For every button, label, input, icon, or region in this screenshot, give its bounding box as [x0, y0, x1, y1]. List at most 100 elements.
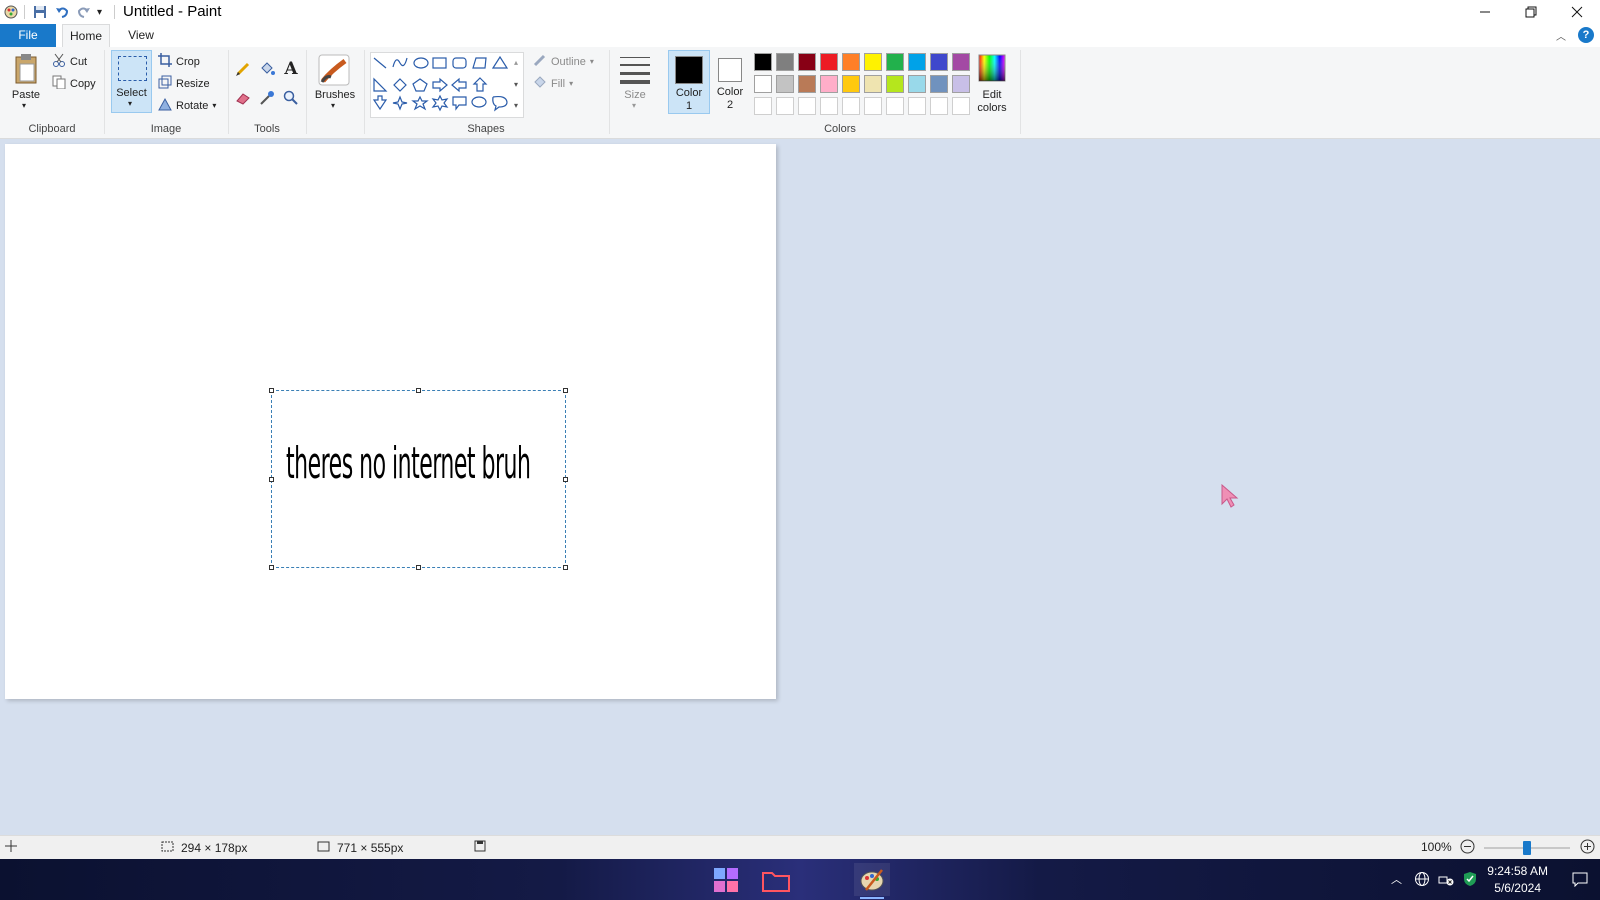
palette-swatch[interactable]	[820, 75, 838, 93]
paste-icon[interactable]	[10, 53, 42, 93]
redo-icon[interactable]	[76, 3, 92, 21]
ribbon-tabs: File Home View ︿ ?	[0, 24, 1600, 48]
paint-app-icon[interactable]	[3, 3, 19, 21]
color2-number: 2	[726, 99, 734, 111]
custom-color-swatch[interactable]	[930, 97, 948, 115]
resize-handle-top-right[interactable]	[563, 388, 568, 393]
color2-button[interactable]: Color 2	[710, 50, 752, 114]
palette-swatch[interactable]	[776, 75, 794, 93]
language-globe-icon[interactable]	[1414, 871, 1430, 892]
paint-taskbar-icon[interactable]	[854, 863, 890, 899]
magnifier-icon[interactable]	[282, 89, 300, 107]
edit-colors-icon[interactable]	[977, 53, 1007, 83]
tab-view[interactable]: View	[120, 24, 162, 47]
color1-swatch	[675, 56, 703, 84]
custom-color-swatch[interactable]	[908, 97, 926, 115]
undo-icon[interactable]	[54, 3, 70, 21]
text-tool-icon[interactable]: A	[282, 59, 300, 79]
palette-swatch[interactable]	[776, 53, 794, 71]
security-shield-icon[interactable]	[1462, 871, 1478, 892]
edit-colors-button[interactable]: Edit	[970, 89, 1014, 101]
resize-handle-top-left[interactable]	[269, 388, 274, 393]
close-icon[interactable]	[1554, 0, 1600, 24]
paste-dropdown-icon[interactable]: ▾	[22, 101, 26, 110]
fill-button[interactable]: Fill ▾	[533, 75, 573, 92]
palette-swatch[interactable]	[842, 75, 860, 93]
palette-swatch[interactable]	[886, 75, 904, 93]
brushes-button[interactable]: Brushes	[310, 89, 360, 101]
custom-color-swatch[interactable]	[754, 97, 772, 115]
custom-color-swatch[interactable]	[776, 97, 794, 115]
palette-swatch[interactable]	[930, 53, 948, 71]
minimize-icon[interactable]	[1462, 0, 1508, 24]
resize-handle-bottom-left[interactable]	[269, 565, 274, 570]
palette-swatch[interactable]	[798, 75, 816, 93]
eraser-icon[interactable]	[234, 89, 252, 107]
taskbar-clock[interactable]: 9:24:58 AM 5/6/2024	[1487, 863, 1548, 897]
network-disconnected-icon[interactable]	[1438, 871, 1454, 892]
palette-swatch[interactable]	[908, 53, 926, 71]
file-explorer-icon[interactable]	[758, 863, 794, 896]
pencil-icon[interactable]	[234, 60, 252, 78]
zoom-slider-track[interactable]	[1484, 841, 1570, 855]
custom-color-swatch[interactable]	[886, 97, 904, 115]
custom-color-swatch[interactable]	[952, 97, 970, 115]
collapse-ribbon-icon[interactable]: ︿	[1556, 28, 1566, 43]
copy-button[interactable]: Copy	[52, 75, 96, 92]
resize-handle-right[interactable]	[563, 477, 568, 482]
custom-color-swatch[interactable]	[798, 97, 816, 115]
select-button[interactable]: Select ▾	[111, 50, 152, 113]
zoom-in-icon[interactable]	[1580, 839, 1595, 854]
resize-handle-left[interactable]	[269, 477, 274, 482]
customize-quick-access-icon[interactable]: ▾	[97, 3, 102, 21]
paste-button[interactable]: Paste	[8, 89, 44, 101]
palette-swatch[interactable]	[842, 53, 860, 71]
palette-swatch[interactable]	[864, 75, 882, 93]
zoom-out-icon[interactable]	[1460, 839, 1475, 854]
resize-handle-top[interactable]	[416, 388, 421, 393]
save-icon[interactable]	[32, 3, 48, 21]
colors-group-label: Colors	[824, 123, 856, 135]
resize-handle-bottom[interactable]	[416, 565, 421, 570]
select-icon	[118, 56, 147, 81]
color2-swatch	[718, 58, 742, 82]
size-dropdown-icon[interactable]: ▾	[632, 101, 636, 110]
tab-home[interactable]: Home	[62, 24, 110, 48]
color1-button[interactable]: Color 1	[668, 50, 710, 114]
notifications-icon[interactable]	[1572, 871, 1588, 892]
color-picker-icon[interactable]	[258, 89, 276, 107]
palette-swatch[interactable]	[886, 53, 904, 71]
restore-icon[interactable]	[1508, 0, 1554, 24]
cut-button[interactable]: Cut	[52, 53, 87, 70]
palette-swatch[interactable]	[820, 53, 838, 71]
crop-button[interactable]: Crop	[158, 53, 200, 70]
palette-swatch[interactable]	[798, 53, 816, 71]
palette-swatch[interactable]	[754, 75, 772, 93]
help-icon[interactable]: ?	[1578, 27, 1594, 43]
text-selection-box[interactable]: theres no internet bruh	[269, 388, 568, 570]
resize-handle-bottom-right[interactable]	[563, 565, 568, 570]
palette-swatch[interactable]	[754, 53, 772, 71]
custom-color-swatch[interactable]	[820, 97, 838, 115]
show-hidden-icons-icon[interactable]: ︿	[1391, 871, 1402, 887]
size-icon[interactable]	[618, 55, 652, 85]
resize-button[interactable]: Resize	[158, 75, 210, 92]
palette-swatch[interactable]	[864, 53, 882, 71]
fill-bucket-icon[interactable]	[258, 60, 276, 78]
start-icon[interactable]	[708, 863, 744, 896]
palette-swatch[interactable]	[908, 75, 926, 93]
outline-button[interactable]: Outline ▾	[533, 53, 594, 70]
zoom-slider-thumb[interactable]	[1523, 841, 1531, 855]
brushes-dropdown-icon[interactable]: ▾	[331, 101, 335, 110]
palette-swatch[interactable]	[952, 53, 970, 71]
brushes-icon[interactable]	[317, 53, 351, 87]
palette-swatch[interactable]	[930, 75, 948, 93]
size-button[interactable]: Size	[616, 89, 654, 101]
rotate-button[interactable]: Rotate ▾	[158, 97, 216, 114]
rotate-dropdown-icon: ▾	[212, 101, 217, 110]
resize-label: Resize	[176, 77, 210, 90]
custom-color-swatch[interactable]	[842, 97, 860, 115]
tab-file[interactable]: File	[0, 24, 56, 47]
custom-color-swatch[interactable]	[864, 97, 882, 115]
palette-swatch[interactable]	[952, 75, 970, 93]
